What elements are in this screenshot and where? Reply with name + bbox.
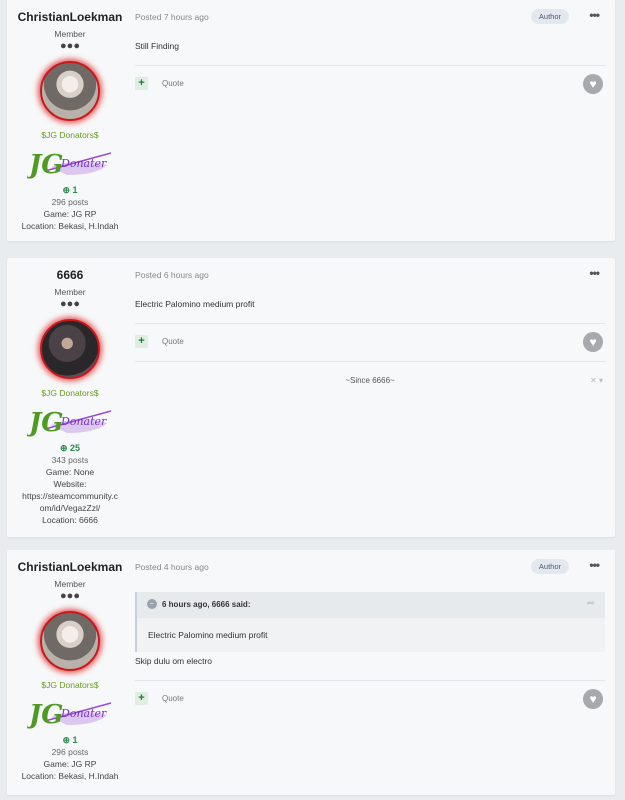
signature-divider (135, 361, 605, 362)
group-name: $JG Donators$ (41, 680, 99, 690)
post-body: Still Finding (135, 41, 179, 51)
rank-pips: ●●● (60, 298, 80, 310)
website-link-cont[interactable]: om/id/VegazZzl/ (7, 502, 133, 514)
post-content: Posted 4 hours ago Author ••• – 6 hours … (135, 550, 605, 795)
quote-block: – 6 hours ago, 6666 said: ➦ Electric Pal… (135, 592, 605, 652)
quote-button[interactable]: Quote (162, 337, 184, 346)
post-body: Electric Palomino medium profit (135, 299, 255, 309)
post-date[interactable]: Posted 6 hours ago (135, 270, 209, 280)
post-count: 296 posts (51, 747, 89, 757)
post-3: ChristianLoekman Member ●●● $JG Donators… (7, 550, 615, 795)
post-count: 343 posts (51, 455, 89, 465)
donator-badge-image: JG Donater (27, 695, 113, 729)
rank-pips: ●●● (60, 40, 80, 52)
quote-button[interactable]: Quote (162, 79, 184, 88)
author-panel: 6666 Member ●●● $JG Donators$ JG Donater… (7, 258, 133, 526)
member-rank: Member (54, 287, 86, 297)
reputation: ⊕ 25 (7, 443, 133, 454)
author-name[interactable]: ChristianLoekman (7, 10, 133, 24)
badge-jg-text: JG (27, 150, 64, 179)
author-tag-badge: Author (530, 9, 569, 24)
reputation-count: 25 (70, 443, 81, 453)
quote-header: – 6 hours ago, 6666 said: ➦ (137, 592, 605, 618)
website-link[interactable]: https://steamcommunity.c (7, 490, 133, 502)
avatar[interactable] (40, 319, 100, 379)
location-field: Location: Bekasi, H.Indah (21, 771, 119, 781)
more-options-button[interactable]: ••• (589, 558, 600, 572)
badge-jg-text: JG (27, 700, 64, 729)
avatar[interactable] (40, 611, 100, 671)
post-count: 296 posts (51, 197, 89, 207)
rank-pips: ●●● (60, 590, 80, 602)
author-name[interactable]: 6666 (7, 268, 133, 282)
signature: ~Since 6666~ (345, 376, 395, 385)
plus-circle-icon: ⊕ (62, 735, 70, 745)
more-options-button[interactable]: ••• (589, 266, 600, 280)
badge-donater-text: Donater (60, 707, 107, 720)
member-rank: Member (54, 29, 86, 39)
upvote-button[interactable]: + (135, 335, 148, 348)
plus-circle-icon: ⊕ (62, 185, 70, 195)
reputation: ⊕ 1 (7, 735, 133, 746)
reputation: ⊕ 1 (7, 185, 133, 196)
badge-donater-text: Donater (60, 415, 107, 428)
game-field: Game: None (45, 467, 95, 477)
like-heart-icon[interactable]: ♥ (583, 74, 603, 94)
quote-text: Electric Palomino medium profit (148, 630, 268, 640)
location-field: Location: 6666 (42, 515, 98, 525)
signature-hide-icon[interactable]: ✕ ▾ (590, 376, 603, 385)
post-body: Skip dulu om electro (135, 656, 213, 666)
post-content: Posted 7 hours ago Author ••• Still Find… (135, 0, 605, 241)
divider (135, 65, 605, 66)
plus-circle-icon: ⊕ (59, 443, 68, 453)
divider (135, 323, 605, 324)
badge-donater-text: Donater (60, 157, 107, 170)
author-panel: ChristianLoekman Member ●●● $JG Donators… (7, 0, 133, 232)
share-arrow-icon[interactable]: ➦ (587, 598, 595, 609)
member-rank: Member (54, 579, 86, 589)
like-heart-icon[interactable]: ♥ (583, 332, 603, 352)
donator-badge-image: JG Donater (27, 403, 113, 437)
reputation-count: 1 (72, 185, 78, 195)
divider (135, 680, 605, 681)
donator-badge-image: JG Donater (27, 145, 113, 179)
badge-jg-text: JG (27, 408, 64, 437)
upvote-button[interactable]: + (135, 692, 148, 705)
like-heart-icon[interactable]: ♥ (583, 689, 603, 709)
post-date[interactable]: Posted 7 hours ago (135, 12, 209, 22)
author-tag-badge: Author (530, 559, 569, 574)
game-field: Game: JG RP (43, 759, 97, 769)
author-panel: ChristianLoekman Member ●●● $JG Donators… (7, 550, 133, 782)
post-1: ChristianLoekman Member ●●● $JG Donators… (7, 0, 615, 241)
post-content: Posted 6 hours ago ••• Electric Palomino… (135, 258, 605, 537)
game-field: Game: JG RP (43, 209, 97, 219)
collapse-quote-icon[interactable]: – (147, 599, 157, 609)
author-name[interactable]: ChristianLoekman (7, 560, 133, 574)
location-field: Location: Bekasi, H.Indah (21, 221, 119, 231)
group-name: $JG Donators$ (41, 130, 99, 140)
upvote-button[interactable]: + (135, 77, 148, 90)
group-name: $JG Donators$ (41, 388, 99, 398)
post-date[interactable]: Posted 4 hours ago (135, 562, 209, 572)
quote-button[interactable]: Quote (162, 694, 184, 703)
post-2: 6666 Member ●●● $JG Donators$ JG Donater… (7, 258, 615, 537)
quote-citation[interactable]: 6 hours ago, 6666 said: (162, 600, 250, 609)
avatar[interactable] (40, 61, 100, 121)
more-options-button[interactable]: ••• (589, 8, 600, 22)
reputation-count: 1 (72, 735, 78, 745)
website-label: Website: (53, 479, 87, 489)
